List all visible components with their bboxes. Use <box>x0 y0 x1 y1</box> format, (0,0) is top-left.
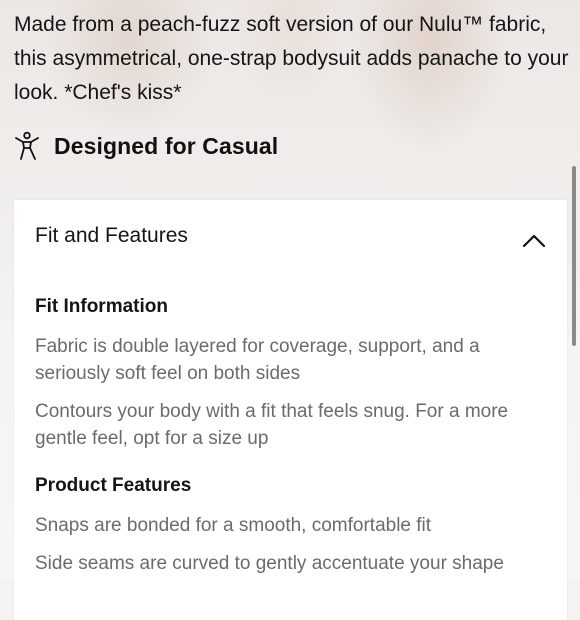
fit-and-features-header[interactable]: Fit and Features <box>14 200 567 278</box>
activity-person-icon <box>14 131 40 161</box>
product-features-heading: Product Features <box>35 475 192 496</box>
fit-information-item: Contours your body with a fit that feels… <box>35 401 509 449</box>
designed-for-row: Designed for Casual <box>14 128 278 164</box>
product-features-item: Side seams are curved to gently accentua… <box>35 553 504 574</box>
fit-information-heading: Fit Information <box>35 296 168 317</box>
chevron-up-icon[interactable] <box>521 228 547 254</box>
fit-information-item: Fabric is double layered for coverage, s… <box>35 336 480 384</box>
product-description: Made from a peach-fuzz soft version of o… <box>14 13 569 104</box>
accordion-title: Fit and Features <box>35 224 188 247</box>
scrollbar-thumb[interactable] <box>572 166 576 346</box>
fit-and-features-accordion: Fit and Features Fit Information Fabric … <box>14 200 567 620</box>
product-features-item: Snaps are bonded for a smooth, comfortab… <box>35 515 432 536</box>
designed-for-label: Designed for Casual <box>54 132 279 159</box>
